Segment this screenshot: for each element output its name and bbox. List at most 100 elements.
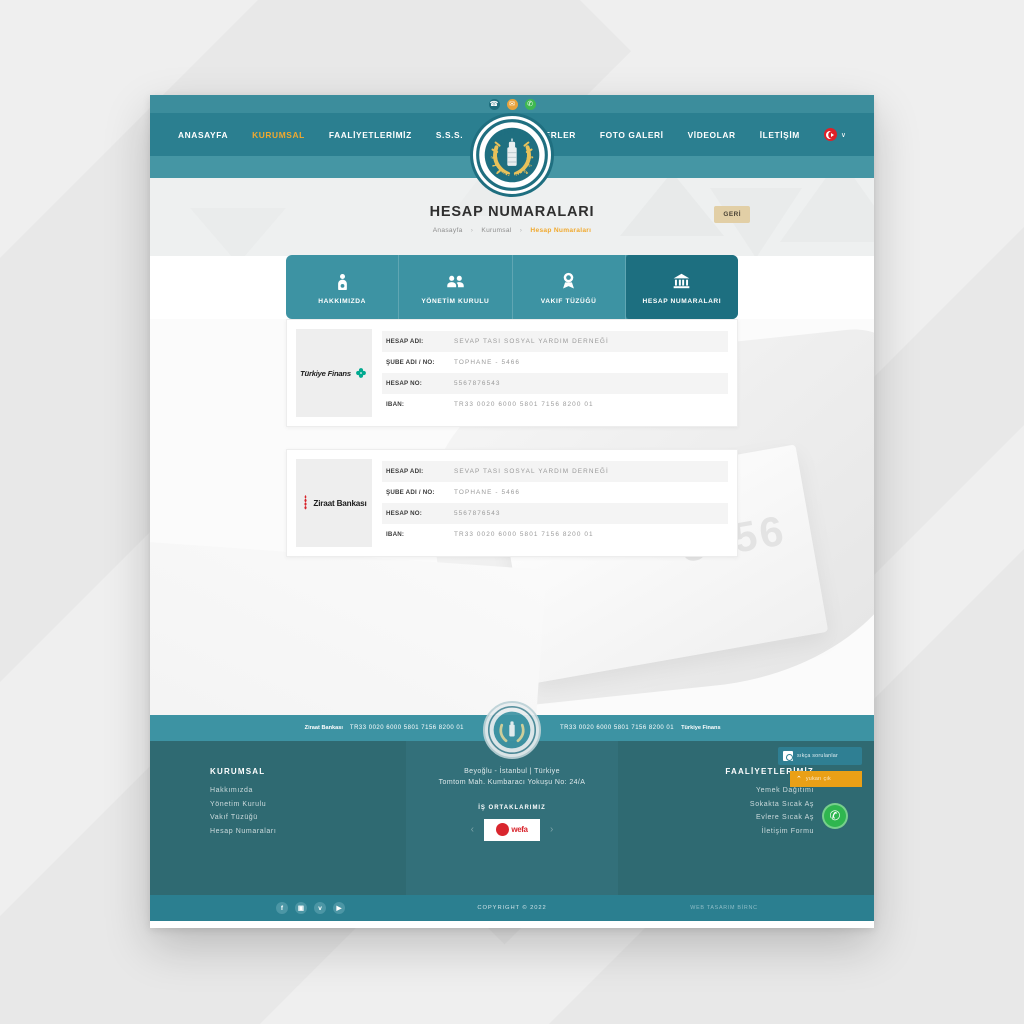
whatsapp-icon[interactable]: ✆ (524, 98, 536, 110)
breadcrumb-item-anasayfa[interactable]: Anasayfa (433, 227, 463, 234)
wefa-logo[interactable]: wefa (484, 818, 540, 841)
row-value: 5567876543 (454, 380, 501, 387)
whatsapp-float-button[interactable]: ✆ (822, 803, 848, 829)
footer-partners-heading: İŞ ORTAKLARIMIZ (478, 804, 546, 811)
scroll-top-label: yukarı çık (805, 776, 831, 782)
scroll-top-button[interactable]: ⌃ yukarı çık (790, 771, 862, 787)
section-tabs: HAKKIMIZDA YÖNETİM KURULU VAKIF TÜZÜĞÜ H… (286, 255, 738, 319)
carousel-prev-icon[interactable]: ‹ (471, 824, 474, 835)
web-design-credit[interactable]: WEB TASARIM BİRNC (574, 905, 874, 911)
nav-item-iletisim[interactable]: İLETİŞİM (760, 130, 800, 140)
youtube-icon[interactable]: ▶ (333, 902, 345, 914)
tab-yonetim-kurulu[interactable]: YÖNETİM KURULU (399, 255, 513, 319)
footer-link-vakif-tuzugu[interactable]: Vakıf Tüzüğü (210, 814, 390, 821)
turkiye-finans-mark (355, 368, 366, 378)
social-links: f ▣ ᴠ ▶ (150, 902, 450, 914)
award-icon (517, 271, 621, 291)
row-label: ŞUBE ADI / NO: (386, 359, 435, 366)
account-row: HESAP ADI: SEVAP TASI SOSYAL YARDIM DERN… (382, 461, 728, 482)
footer-column-address: Beyoğlu - İstanbul | Türkiye Tomtom Mah.… (406, 741, 618, 895)
wefa-mark (496, 823, 510, 837)
nav-item-faaliyetlerimiz[interactable]: FAALİYETLERİMİZ (329, 130, 412, 140)
nav-item-anasayfa[interactable]: ANASAYFA (178, 130, 228, 140)
footer-heading: KURUMSAL (210, 767, 266, 776)
nav-item-sss[interactable]: S.S.S. (436, 130, 463, 140)
nav-item-foto-galeri[interactable]: FOTO GALERİ (600, 130, 664, 140)
footer-main: KURUMSAL Hakkımızda Yönetim Kurulu Vakıf… (150, 741, 874, 895)
row-label: HESAP ADI: (386, 338, 424, 345)
footer-link-hakkimizda[interactable]: Hakkımızda (210, 787, 390, 794)
account-row: ŞUBE ADI / NO: TOPHANE - 5466 (382, 482, 728, 503)
row-label: IBAN: (386, 401, 405, 408)
ziraat-bankasi-logo: Ziraat Bankası (296, 459, 372, 547)
footer-logo[interactable] (483, 701, 541, 759)
footer-link-yonetim-kurulu[interactable]: Yönetim Kurulu (210, 801, 390, 808)
tab-label: YÖNETİM KURULU (421, 298, 490, 305)
account-row: ŞUBE ADI / NO: TOPHANE - 5466 (382, 352, 728, 373)
account-card: Ziraat Bankası HESAP ADI: SEVAP TASI SOS… (286, 449, 738, 557)
carousel-next-icon[interactable]: › (550, 824, 553, 835)
account-row: HESAP ADI: SEVAP TASI SOSYAL YARDIM DERN… (382, 331, 728, 352)
breadcrumb-separator: › (470, 227, 474, 234)
group-icon (403, 271, 507, 291)
site-logo[interactable]: SEVAP TAŞI SOSYAL YARDIM DERNEĞİ (470, 113, 554, 197)
footer-address-line2: Tomtom Mah. Kumbaracı Yokuşu No: 24/A (438, 778, 586, 786)
ziraat-bankasi-label: Ziraat Bankası (304, 725, 343, 731)
row-value: SEVAP TASI SOSYAL YARDIM DERNEĞİ (454, 468, 609, 475)
breadcrumb-item-current: Hesap Numaraları (530, 227, 592, 234)
mail-icon[interactable]: ✉ (506, 98, 518, 110)
twitter-icon[interactable]: ᴠ (314, 902, 326, 914)
turkiye-finans-logo: Türkiye Finans (296, 329, 372, 417)
wefa-text: wefa (511, 825, 528, 835)
turkish-flag-icon (823, 128, 837, 141)
footer-link-hesap-numaralari[interactable]: Hesap Numaraları (210, 828, 390, 835)
account-rows: HESAP ADI: SEVAP TASI SOSYAL YARDIM DERN… (372, 459, 728, 547)
website-window: ☎ ✉ ✆ ANASAYFA KURUMSAL FAALİYETLERİMİZ … (150, 95, 874, 928)
account-row: IBAN: TR33 0020 6000 5801 7156 8200 01 (382, 394, 728, 415)
tab-hakkimizda[interactable]: HAKKIMIZDA (286, 255, 400, 319)
breadcrumb-item-kurumsal[interactable]: Kurumsal (481, 227, 511, 234)
row-value: TR33 0020 6000 5801 7156 8200 01 (454, 401, 594, 408)
top-contact-bar: ☎ ✉ ✆ (150, 95, 874, 113)
row-value: SEVAP TASI SOSYAL YARDIM DERNEĞİ (454, 338, 609, 345)
instagram-icon[interactable]: ▣ (295, 902, 307, 914)
account-row: HESAP NO: 5567876543 (382, 373, 728, 394)
row-value: 5567876543 (454, 510, 501, 517)
footer-iban-left: Ziraat Bankası TR33 0020 6000 5801 7156 … (212, 725, 512, 731)
tab-vakif-tuzugu[interactable]: VAKIF TÜZÜĞÜ (513, 255, 626, 319)
partner-carousel: ‹ wefa › (422, 818, 602, 841)
logo-emblem (486, 704, 538, 756)
back-button[interactable]: GERİ (714, 206, 750, 223)
page-title: HESAP NUMARALARI (429, 204, 595, 220)
tab-label: VAKIF TÜZÜĞÜ (540, 298, 597, 305)
person-icon (290, 271, 394, 291)
turkiye-finans-label: Türkiye Finans (681, 725, 721, 731)
nav-item-videolar[interactable]: VİDEOLAR (688, 130, 736, 140)
row-label: ŞUBE ADI / NO: (386, 489, 435, 496)
language-selector[interactable]: ∨ (823, 128, 846, 141)
row-value: TR33 0020 6000 5801 7156 8200 01 (454, 531, 594, 538)
footer-column-kurumsal: KURUMSAL Hakkımızda Yönetim Kurulu Vakıf… (150, 741, 406, 895)
nav-left-group: ANASAYFA KURUMSAL FAALİYETLERİMİZ S.S.S. (178, 130, 463, 140)
account-rows: HESAP ADI: SEVAP TASI SOSYAL YARDIM DERN… (372, 329, 728, 417)
row-value: TOPHANE - 5466 (454, 489, 521, 496)
chevron-down-icon: ∨ (840, 131, 846, 139)
floating-widgets: sıkça sorulanlar ⌃ yukarı çık ✆ (778, 747, 862, 829)
facebook-icon[interactable]: f (276, 902, 288, 914)
phone-icon[interactable]: ☎ (488, 98, 500, 110)
row-label: IBAN: (386, 531, 405, 538)
whatsapp-icon: ✆ (829, 808, 841, 823)
tab-hesap-numaralari[interactable]: HESAP NUMARALARI (625, 255, 738, 319)
bank-name: Türkiye Finans (300, 368, 351, 378)
nav-item-kurumsal[interactable]: KURUMSAL (252, 130, 305, 140)
copyright-text: COPYRIGHT © 2022 (477, 905, 547, 911)
account-row: IBAN: TR33 0020 6000 5801 7156 8200 01 (382, 524, 728, 545)
faq-button[interactable]: sıkça sorulanlar (778, 747, 862, 765)
row-label: HESAP ADI: (386, 468, 424, 475)
row-value: TOPHANE - 5466 (454, 359, 521, 366)
breadcrumb-separator: › (519, 227, 523, 234)
content-area: 3456 Türkiye Finans HESAP ADI: (150, 319, 874, 715)
ziraat-wheat-mark (304, 495, 307, 510)
footer-iban-value: TR33 0020 6000 5801 7156 8200 01 (349, 725, 464, 731)
tab-label: HESAP NUMARALARI (642, 298, 722, 305)
